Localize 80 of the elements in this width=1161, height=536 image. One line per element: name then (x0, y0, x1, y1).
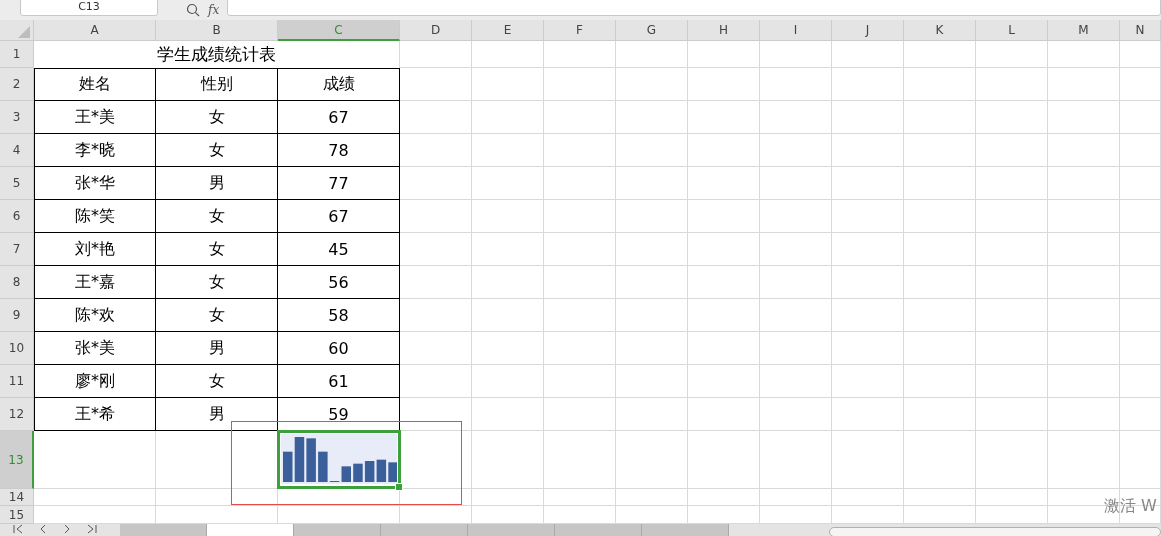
row-header[interactable]: 8 (0, 266, 34, 299)
table-cell: 王*嘉 (34, 266, 156, 299)
search-icon[interactable] (186, 3, 200, 17)
row-header[interactable]: 15 (0, 506, 34, 524)
row-header[interactable]: 3 (0, 101, 34, 134)
sheet-tab[interactable] (642, 524, 729, 536)
table-cell: 61 (278, 365, 400, 398)
function-label[interactable]: fx (208, 3, 220, 17)
column-header[interactable]: N (1120, 20, 1161, 41)
column-header[interactable]: G (616, 20, 688, 41)
column-header[interactable]: M (1048, 20, 1120, 41)
table-cell: 59 (278, 398, 400, 431)
table-cell: 廖*刚 (34, 365, 156, 398)
table-cell: 45 (278, 233, 400, 266)
table-cell: 女 (156, 101, 278, 134)
column-header[interactable]: B (156, 20, 278, 41)
table-cell: 男 (156, 167, 278, 200)
table-cell: 女 (156, 266, 278, 299)
row-header[interactable]: 11 (0, 365, 34, 398)
column-heading: 成绩 (278, 68, 400, 101)
column-header[interactable]: L (976, 20, 1048, 41)
sheet-tab[interactable] (468, 524, 555, 536)
table-title: 学生成绩统计表 (34, 41, 400, 68)
row-header[interactable]: 9 (0, 299, 34, 332)
table-cell: 男 (156, 332, 278, 365)
column-header[interactable]: F (544, 20, 616, 41)
name-box[interactable]: C13 (20, 0, 158, 16)
table-cell: 女 (156, 365, 278, 398)
table-cell: 女 (156, 299, 278, 332)
row-header[interactable]: 6 (0, 200, 34, 233)
sheet-tab[interactable] (381, 524, 468, 536)
table-cell: 刘*艳 (34, 233, 156, 266)
row-header[interactable]: 7 (0, 233, 34, 266)
table-cell: 女 (156, 233, 278, 266)
table-cell: 56 (278, 266, 400, 299)
table-cell: 67 (278, 200, 400, 233)
table-cell: 58 (278, 299, 400, 332)
column-header[interactable]: A (34, 20, 156, 41)
horizontal-scrollbar[interactable] (829, 527, 1161, 536)
column-heading: 性别 (156, 68, 278, 101)
table-cell: 王*希 (34, 398, 156, 431)
sheet-tab[interactable] (120, 524, 207, 536)
table-cell: 男 (156, 398, 278, 431)
table-cell: 张*美 (34, 332, 156, 365)
row-header[interactable]: 10 (0, 332, 34, 365)
previous-sheet-icon[interactable] (38, 524, 48, 534)
chart-frame[interactable] (231, 421, 462, 505)
row-header[interactable]: 12 (0, 398, 34, 431)
first-sheet-icon[interactable] (12, 524, 24, 534)
table-cell: 王*美 (34, 101, 156, 134)
row-header[interactable]: 14 (0, 489, 34, 506)
column-header[interactable]: D (400, 20, 472, 41)
table-cell: 78 (278, 134, 400, 167)
table-cell: 陈*欢 (34, 299, 156, 332)
next-sheet-icon[interactable] (62, 524, 72, 534)
column-header[interactable]: E (472, 20, 544, 41)
column-heading: 姓名 (34, 68, 156, 101)
column-header[interactable]: H (688, 20, 760, 41)
table-cell: 77 (278, 167, 400, 200)
select-all-icon[interactable] (18, 26, 30, 38)
table-cell: 张*华 (34, 167, 156, 200)
table-cell: 女 (156, 134, 278, 167)
table-cell: 67 (278, 101, 400, 134)
sheet-tab[interactable] (207, 524, 294, 536)
activation-notice: 激活 W (1104, 496, 1157, 517)
table-cell: 陈*笑 (34, 200, 156, 233)
formula-field[interactable] (227, 0, 1161, 16)
row-header[interactable]: 2 (0, 68, 34, 101)
column-header[interactable]: I (760, 20, 832, 41)
row-header[interactable]: 1 (0, 41, 34, 68)
table-cell: 女 (156, 200, 278, 233)
row-header[interactable]: 4 (0, 134, 34, 167)
column-header[interactable]: K (904, 20, 976, 41)
column-header[interactable]: J (832, 20, 904, 41)
last-sheet-icon[interactable] (86, 524, 98, 534)
sheet-tab[interactable] (555, 524, 642, 536)
row-header[interactable]: 5 (0, 167, 34, 200)
sheet-tab[interactable] (294, 524, 381, 536)
table-cell: 李*晓 (34, 134, 156, 167)
table-cell: 60 (278, 332, 400, 365)
